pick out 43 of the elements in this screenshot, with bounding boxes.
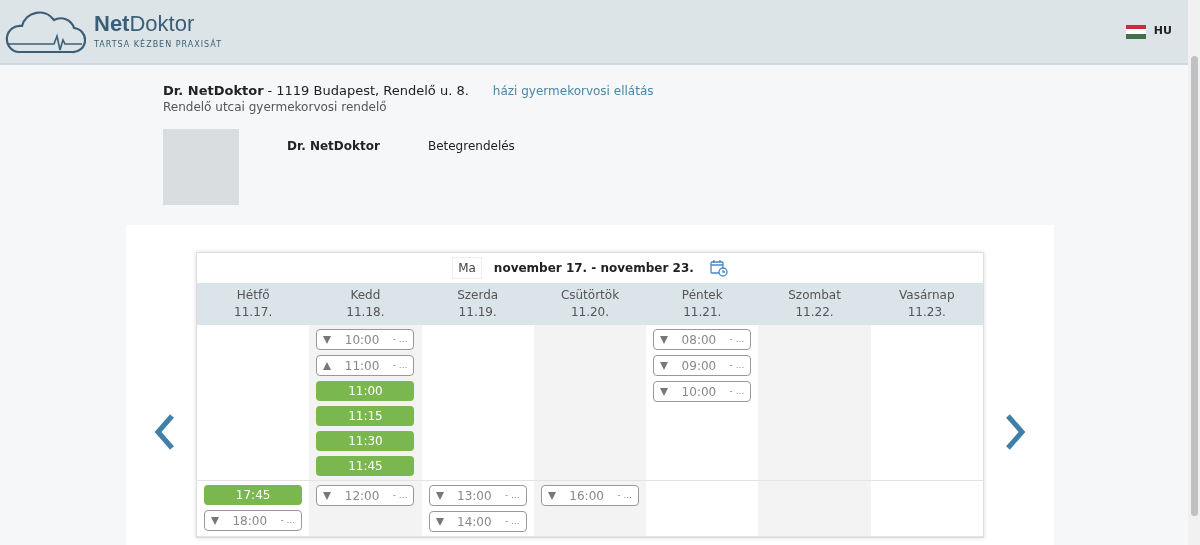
service-link[interactable]: házi gyermekorvosi ellátás [492, 82, 654, 100]
tagline: TARTSA KÉZBEN PRAXISÁT [94, 38, 223, 51]
doctor-name: Dr. NetDoktor [287, 137, 380, 155]
time-group-toggle[interactable]: 14:00 - ... [428, 511, 527, 532]
date-range: november 17. - november 23. [493, 260, 694, 277]
time-slot-button[interactable]: 11:30 [316, 431, 415, 451]
language-selector[interactable]: HU [1153, 23, 1172, 40]
day-date: 11.19. [457, 304, 498, 321]
time-slot-button[interactable]: 11:15 [316, 406, 415, 426]
time-group-toggle[interactable]: 12:00 - ... [316, 485, 415, 506]
day-name: Csütörtök [559, 287, 621, 304]
day-date: 11.23. [906, 304, 947, 321]
cloud-logo-icon [4, 9, 86, 54]
time-group-toggle[interactable]: 13:00 - ... [428, 485, 527, 506]
practice-subtitle: Rendelő utcai gyermekorvosi rendelő [163, 100, 388, 113]
time-slot-button[interactable]: 17:45 [204, 485, 303, 505]
day-date: 11.21. [682, 304, 723, 321]
time-slot-button[interactable]: 11:45 [316, 456, 415, 476]
day-date: 11.17. [233, 304, 274, 321]
time-group-toggle[interactable]: 09:00 - ... [653, 355, 752, 376]
day-name: Vasárnap [898, 287, 956, 304]
day-name: Szombat [787, 287, 842, 304]
day-date: 11.18. [345, 304, 386, 321]
time-group-toggle[interactable]: 16:00 - ... [541, 485, 639, 506]
day-date: 11.20. [569, 304, 611, 321]
today-button[interactable]: Ma [452, 257, 482, 279]
day-name: Hétfő [235, 287, 271, 304]
time-group-toggle[interactable]: 18:00 - ... [204, 510, 303, 531]
brand-name: NetDoktor [94, 12, 196, 35]
day-name: Péntek [680, 287, 724, 304]
time-group-toggle[interactable]: 10:00 - ... [653, 381, 752, 402]
time-group-toggle[interactable]: 11:00 - ... [316, 355, 415, 376]
day-name: Kedd [349, 287, 382, 304]
doctor-name: Dr. NetDoktor [163, 83, 264, 98]
day-name: Szerda [456, 287, 500, 304]
time-group-toggle[interactable]: 08:00 - ... [653, 329, 752, 350]
day-date: 11.22. [794, 304, 835, 321]
calendar-clock-icon[interactable] [709, 259, 728, 277]
flag-icon[interactable] [1125, 24, 1146, 39]
time-slot-button[interactable]: 11:00 [316, 381, 415, 401]
appointment-type: Betegrendelés [427, 137, 515, 155]
time-group-toggle[interactable]: 10:00 - ... [316, 329, 415, 350]
address: - 1119 Budapest, Rendelő u. 8. [267, 83, 469, 98]
